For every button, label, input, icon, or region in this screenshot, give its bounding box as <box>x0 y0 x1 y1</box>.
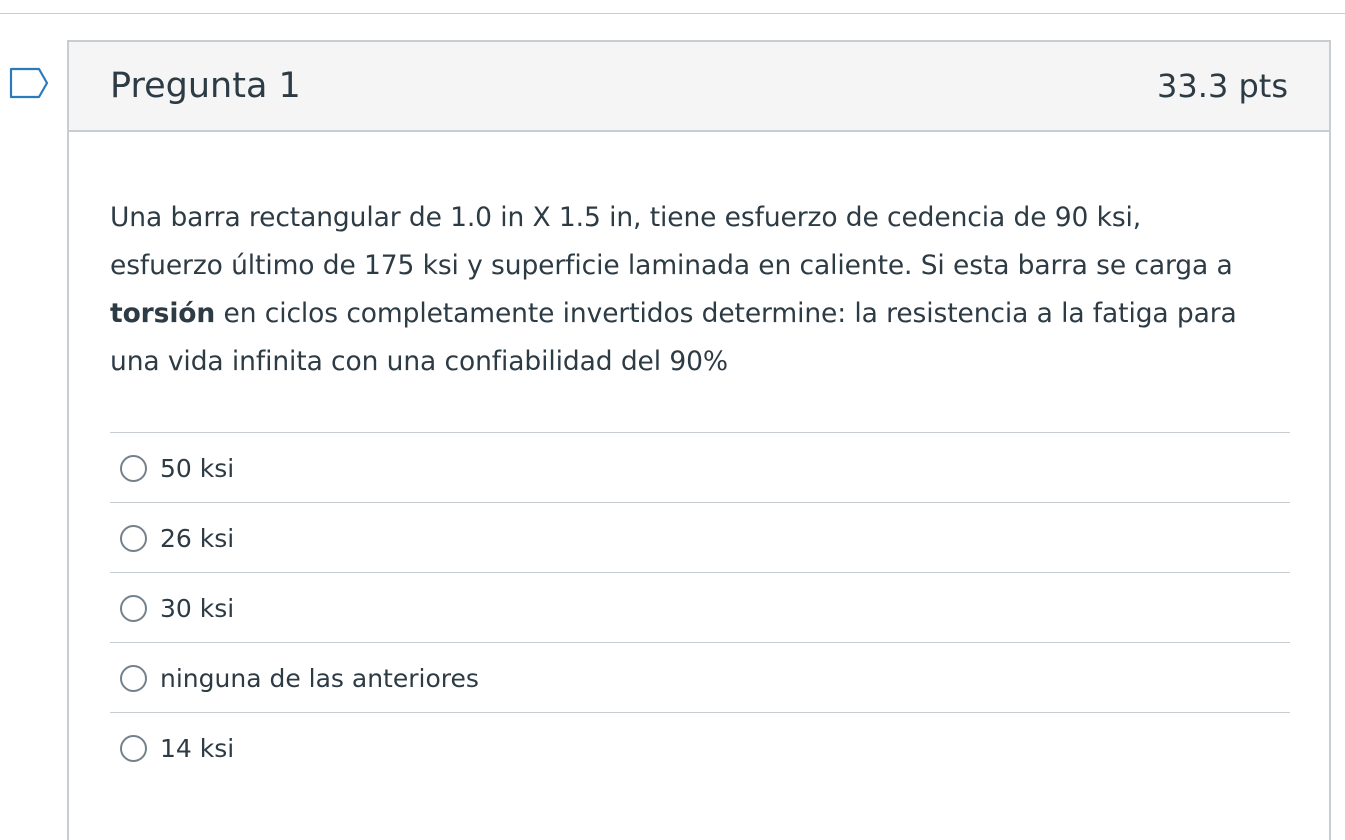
question-text-rest: en ciclos completamente invertidos deter… <box>215 298 1237 329</box>
answer-label[interactable]: ninguna de las anteriores <box>160 664 479 693</box>
answer-option[interactable]: 30 ksi <box>110 572 1290 642</box>
question-text-emphasis: torsión <box>110 298 216 329</box>
question-header: Pregunta 1 33.3 pts <box>69 42 1329 132</box>
question-card: Pregunta 1 33.3 pts Una barra rectangula… <box>67 40 1331 840</box>
answer-label[interactable]: 26 ksi <box>160 524 234 553</box>
top-divider <box>0 13 1345 14</box>
answer-option[interactable]: 26 ksi <box>110 502 1290 572</box>
answer-list: 50 ksi 26 ksi 30 ksi ninguna de las ante… <box>110 432 1290 782</box>
radio-unchecked-icon[interactable] <box>120 735 147 762</box>
radio-unchecked-icon[interactable] <box>120 525 147 552</box>
flag-question-icon[interactable] <box>9 67 49 101</box>
question-text-line: esfuerzo último de 175 ksi y superficie … <box>110 250 1233 281</box>
question-text: Una barra rectangular de 1.0 in X 1.5 in… <box>110 194 1290 386</box>
question-text-line: Una barra rectangular de 1.0 in X 1.5 in… <box>110 202 1142 233</box>
question-title: Pregunta 1 <box>110 66 301 106</box>
answer-label[interactable]: 50 ksi <box>160 454 234 483</box>
radio-unchecked-icon[interactable] <box>120 665 147 692</box>
answer-label[interactable]: 30 ksi <box>160 594 234 623</box>
question-text-line: una vida infinita con una confiabilidad … <box>110 346 728 377</box>
answer-option[interactable]: ninguna de las anteriores <box>110 642 1290 712</box>
answer-option[interactable]: 14 ksi <box>110 712 1290 782</box>
question-text-line: torsión en ciclos completamente invertid… <box>110 290 1290 338</box>
radio-unchecked-icon[interactable] <box>120 455 147 482</box>
radio-unchecked-icon[interactable] <box>120 595 147 622</box>
answer-option[interactable]: 50 ksi <box>110 432 1290 502</box>
question-points: 33.3 pts <box>1157 67 1288 105</box>
answer-label[interactable]: 14 ksi <box>160 734 234 763</box>
